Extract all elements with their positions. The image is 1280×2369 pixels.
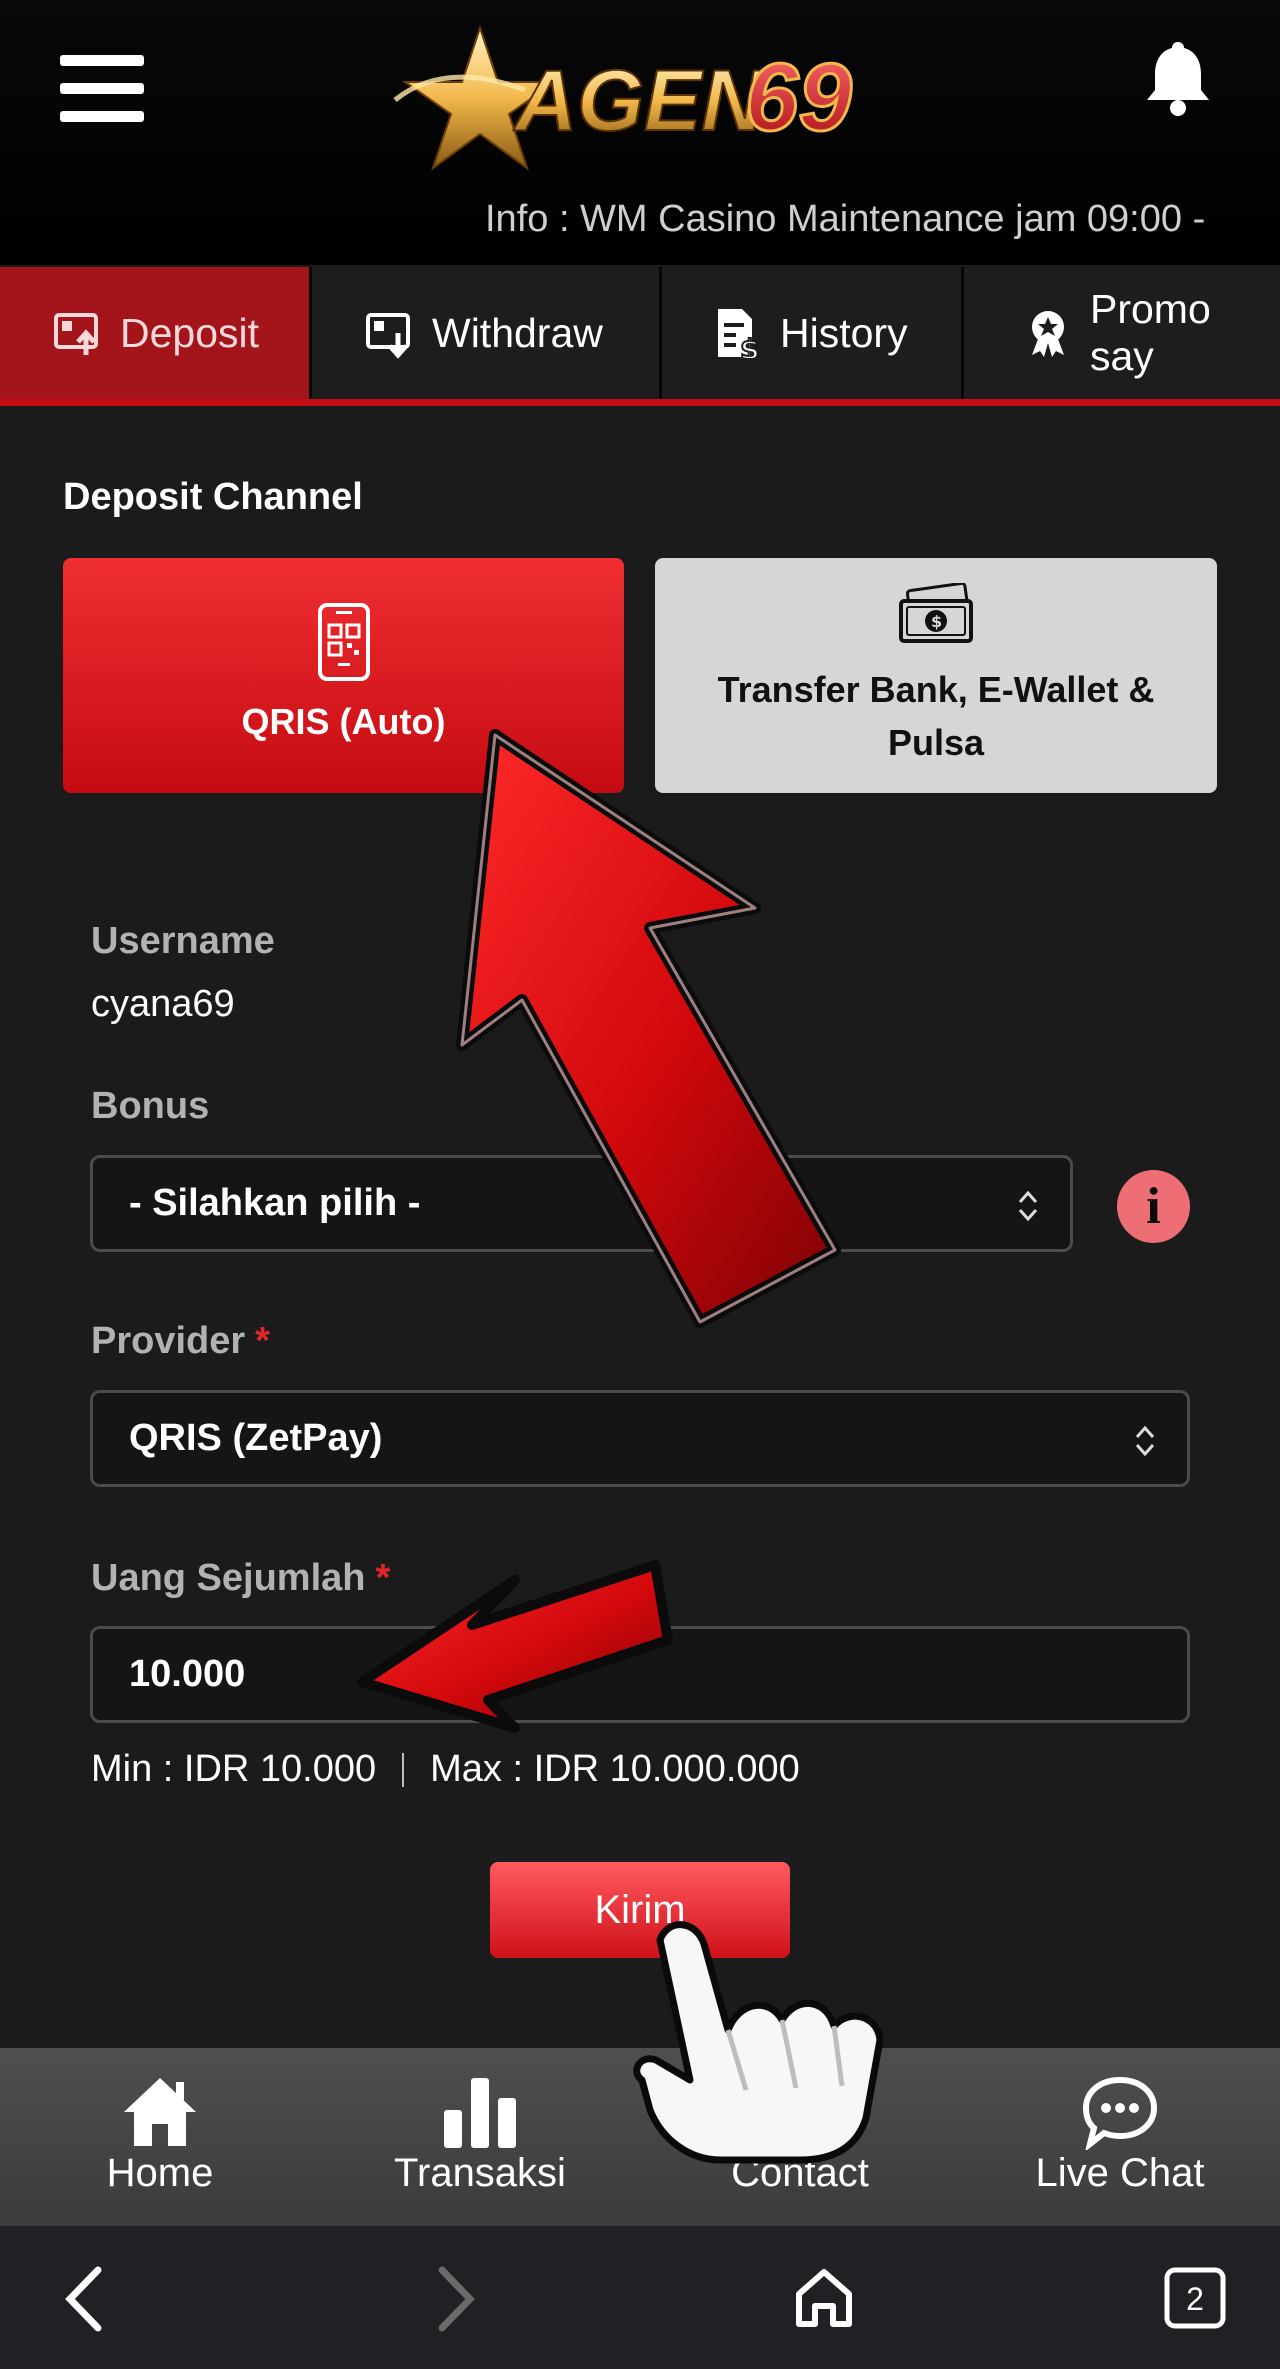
select-arrows-icon — [1018, 1190, 1038, 1222]
bottom-navigation: Home Transaksi Contact Live Chat — [0, 2048, 1280, 2226]
menu-icon[interactable] — [60, 55, 144, 123]
nav-live-chat-label: Live Chat — [1035, 2151, 1205, 2195]
back-icon[interactable] — [60, 2264, 110, 2334]
channel-qris-auto[interactable]: QRIS (Auto) — [63, 558, 624, 793]
required-marker: * — [375, 1557, 391, 1599]
money-icon: $ — [899, 582, 973, 643]
tab-history-label: History — [780, 309, 908, 356]
deposit-channel-title: Deposit Channel — [63, 476, 363, 518]
svg-text:$: $ — [740, 333, 759, 359]
provider-label-text: Provider — [91, 1320, 246, 1362]
provider-select-value: QRIS (ZetPay) — [129, 1417, 383, 1459]
nav-contact-label: Contact — [731, 2151, 869, 2195]
agen69-logo[interactable]: AGEN 69 — [385, 20, 905, 170]
forward-icon[interactable] — [430, 2264, 480, 2334]
limits-divider — [402, 1752, 405, 1787]
tab-withdraw[interactable]: Withdraw — [312, 267, 662, 399]
tabs-count-icon[interactable]: 2 — [1163, 2266, 1227, 2330]
withdraw-icon — [366, 313, 410, 359]
provider-select[interactable]: QRIS (ZetPay) — [90, 1390, 1190, 1487]
qris-phone-icon — [317, 603, 370, 681]
bonus-select-value: - Silahkan pilih - — [129, 1182, 421, 1224]
browser-home-icon[interactable] — [793, 2266, 855, 2330]
bonus-info-button[interactable]: i — [1117, 1170, 1190, 1243]
tab-promo-label: Promo say — [1090, 286, 1211, 379]
svg-text:AGEN: AGEN — [513, 53, 765, 149]
channel-bank-label: Transfer Bank, E-Wallet & Pulsa — [717, 668, 1155, 763]
tab-history[interactable]: $ History — [662, 267, 964, 399]
submit-button[interactable]: Kirim — [490, 1862, 790, 1958]
nav-live-chat[interactable]: Live Chat — [960, 2048, 1280, 2226]
promo-icon — [1032, 311, 1064, 357]
amount-label-text: Uang Sejumlah — [91, 1557, 366, 1599]
bar-chart-icon — [444, 2078, 516, 2148]
tab-promo[interactable]: Promo say — [964, 267, 1280, 399]
tab-withdraw-label: Withdraw — [432, 309, 603, 356]
amount-input-value: 10.000 — [129, 1653, 246, 1695]
username-label: Username — [91, 920, 275, 962]
app-header: AGEN 69 Info : WM Casino Maintenance jam… — [0, 0, 1280, 265]
svg-text:2: 2 — [1186, 2281, 1204, 2317]
tab-deposit[interactable]: Deposit — [0, 267, 312, 399]
channel-qris-label: QRIS (Auto) — [241, 701, 446, 742]
min-amount: Min : IDR 10.000 — [91, 1748, 377, 1790]
amount-label: Uang Sejumlah * — [91, 1557, 390, 1600]
bell-icon[interactable] — [1145, 38, 1211, 118]
max-amount: Max : IDR 10.000.000 — [430, 1748, 800, 1790]
browser-toolbar: 2 — [0, 2226, 1280, 2369]
username-value: cyana69 — [91, 983, 235, 1025]
deposit-icon — [54, 313, 98, 355]
bonus-label: Bonus — [91, 1085, 210, 1127]
nav-transaksi-label: Transaksi — [394, 2151, 566, 2195]
nav-contact[interactable]: Contact — [640, 2048, 960, 2226]
info-ticker: Info : WM Casino Maintenance jam 09:00 - — [485, 198, 1206, 240]
transaction-tabs: Deposit Withdraw $ History Promo say — [0, 267, 1280, 406]
bonus-select[interactable]: - Silahkan pilih - — [90, 1155, 1073, 1252]
select-arrows-icon — [1135, 1425, 1155, 1457]
svg-text:$: $ — [931, 612, 942, 631]
nav-home[interactable]: Home — [0, 2048, 320, 2226]
home-icon — [124, 2078, 196, 2146]
amount-limits: Min : IDR 10.000 Max : IDR 10.000.000 — [91, 1748, 800, 1791]
provider-label: Provider * — [91, 1320, 270, 1363]
history-icon: $ — [718, 309, 760, 359]
nav-transaksi[interactable]: Transaksi — [320, 2048, 640, 2226]
amount-input[interactable]: 10.000 — [90, 1626, 1190, 1723]
info-icon: i — [1146, 1178, 1161, 1235]
required-marker: * — [255, 1320, 270, 1362]
nav-home-label: Home — [106, 2151, 214, 2195]
tab-deposit-label: Deposit — [120, 309, 260, 356]
svg-text:69: 69 — [745, 44, 852, 151]
chat-icon — [1082, 2076, 1158, 2150]
channel-transfer-bank[interactable]: $ Transfer Bank, E-Wallet & Pulsa — [655, 558, 1217, 793]
